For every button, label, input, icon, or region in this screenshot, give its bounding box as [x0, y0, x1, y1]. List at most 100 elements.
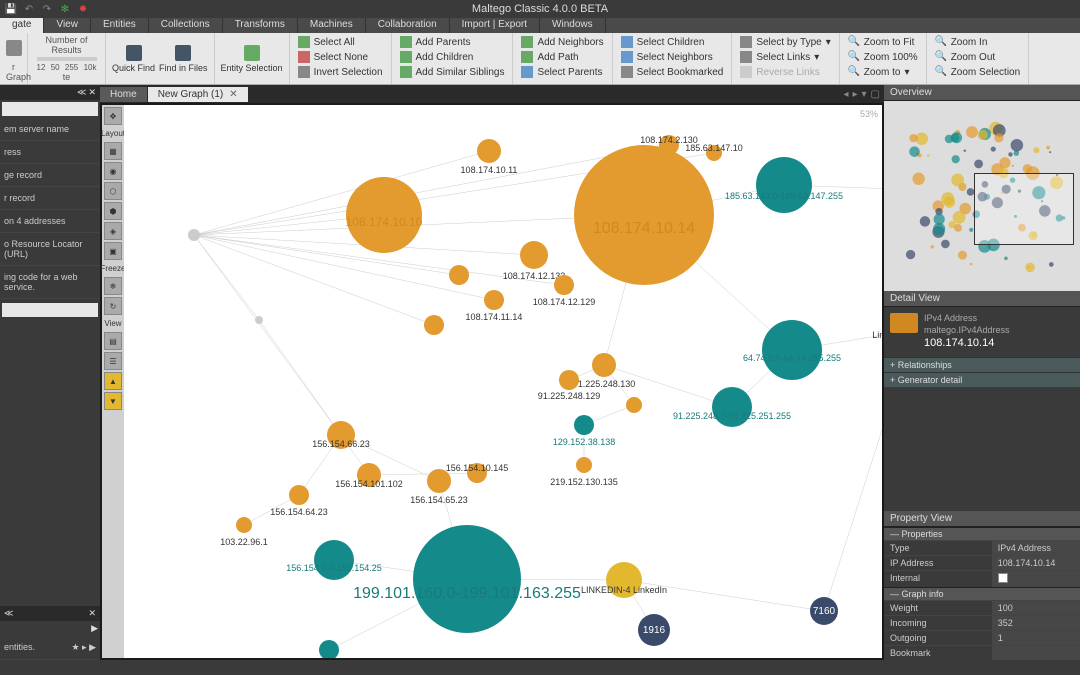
menu-collections[interactable]: Collections	[149, 18, 223, 33]
menu-view[interactable]: View	[44, 18, 91, 33]
menu-investigate[interactable]: gate	[0, 18, 44, 33]
graph-node[interactable]	[477, 139, 501, 163]
graph-node[interactable]	[762, 320, 822, 380]
tool-layout6[interactable]: ▣	[104, 242, 122, 260]
tab-new-graph[interactable]: New Graph (1)✕	[148, 87, 248, 102]
prop-section-properties[interactable]: — Properties	[884, 527, 1080, 540]
graph-node[interactable]	[756, 157, 812, 213]
zoom-in-button[interactable]: 🔍Zoom In	[933, 35, 1022, 49]
tool-view3[interactable]: ▲	[104, 372, 122, 390]
palette-item[interactable]: ge record	[0, 164, 100, 187]
graph-canvas[interactable]: 108.174.10.14108.174.10.10185.63.144.0-1…	[124, 105, 882, 658]
tool-layout4[interactable]: ⬢	[104, 202, 122, 220]
zoom-selection-button[interactable]: 🔍Zoom Selection	[933, 65, 1022, 79]
tool-layout1[interactable]: ▦	[104, 142, 122, 160]
tab-down-icon[interactable]: ▾	[862, 89, 867, 100]
graph-node[interactable]	[449, 265, 469, 285]
graph-node[interactable]	[574, 415, 594, 435]
tool-view2[interactable]: ☰	[104, 352, 122, 370]
palette-item[interactable]: ing code for a web service.	[0, 266, 100, 299]
graph-node[interactable]	[554, 275, 574, 295]
tool-layout2[interactable]: ◉	[104, 162, 122, 180]
tool-layout5[interactable]: ◈	[104, 222, 122, 240]
graph-button[interactable]	[6, 40, 22, 58]
select-by-type-button[interactable]: Select by Type ▾	[738, 35, 832, 49]
select-all-button[interactable]: Select All	[296, 35, 385, 49]
palette-item[interactable]: o Resource Locator (URL)	[0, 233, 100, 266]
select-bookmarked-button[interactable]: Select Bookmarked	[619, 65, 726, 79]
tool-freeze[interactable]: ❄	[104, 277, 122, 295]
add-siblings-button[interactable]: Add Similar Siblings	[398, 65, 507, 79]
quick-find-button[interactable]: Quick Find	[112, 45, 155, 73]
save-icon[interactable]: 💾	[4, 2, 18, 16]
tag-icon[interactable]: ▶	[91, 623, 98, 634]
palette-item[interactable]: ress	[0, 141, 100, 164]
graph-node[interactable]	[520, 241, 548, 269]
entity-selection-button[interactable]: Entity Selection	[221, 45, 283, 73]
tool-view1[interactable]: ▤	[104, 332, 122, 350]
close-icon[interactable]: ✕	[88, 87, 96, 98]
menu-collaboration[interactable]: Collaboration	[366, 18, 450, 33]
results-slider[interactable]: 125025510k	[34, 55, 99, 72]
graph-node[interactable]	[413, 525, 521, 633]
graph-node[interactable]	[712, 387, 752, 427]
collapse-icon[interactable]: ≪	[4, 608, 13, 619]
graph-node[interactable]	[626, 397, 642, 413]
tab-max-icon[interactable]: ▢	[871, 89, 880, 100]
graph-node[interactable]	[559, 370, 579, 390]
graph-node[interactable]	[576, 457, 592, 473]
tool-move[interactable]: ✥	[104, 107, 122, 125]
tab-left-icon[interactable]: ◂	[843, 89, 848, 100]
palette-item[interactable]: em server name	[0, 118, 100, 141]
undo-icon[interactable]: ↶	[22, 2, 36, 16]
tool-view4[interactable]: ▼	[104, 392, 122, 410]
zoom-out-button[interactable]: 🔍Zoom Out	[933, 50, 1022, 64]
redo-icon[interactable]: ↷	[40, 2, 54, 16]
palette-item[interactable]: on 4 addresses	[0, 210, 100, 233]
gear-icon[interactable]: ✹	[76, 2, 90, 16]
graph-node[interactable]	[574, 145, 714, 285]
zoom-to-button[interactable]: 🔍Zoom to ▾	[846, 65, 920, 79]
graph-node[interactable]	[592, 353, 616, 377]
zoom-fit-button[interactable]: 🔍Zoom to Fit	[846, 35, 920, 49]
menu-windows[interactable]: Windows	[540, 18, 606, 33]
select-none-button[interactable]: Select None	[296, 50, 385, 64]
overview-minimap[interactable]	[884, 101, 1080, 291]
invert-selection-button[interactable]: Invert Selection	[296, 65, 385, 79]
menu-machines[interactable]: Machines	[298, 18, 366, 33]
graph-node[interactable]: 7160	[810, 597, 838, 625]
tab-home[interactable]: Home	[100, 87, 147, 102]
select-neighbors-button[interactable]: Select Neighbors	[619, 50, 726, 64]
graph-node[interactable]	[255, 316, 263, 324]
palette-search2[interactable]	[2, 303, 98, 317]
graph-node[interactable]	[236, 517, 252, 533]
tab-right-icon[interactable]: ▸	[852, 89, 857, 100]
close-tab-icon[interactable]: ✕	[229, 89, 237, 100]
add-parents-button[interactable]: Add Parents	[398, 35, 507, 49]
add-path-button[interactable]: Add Path	[519, 50, 605, 64]
graph-node[interactable]	[484, 290, 504, 310]
graph-node[interactable]	[319, 640, 339, 658]
graph-node[interactable]: 1916	[638, 614, 670, 646]
prop-section-graphinfo[interactable]: — Graph info	[884, 587, 1080, 600]
find-files-button[interactable]: Find in Files	[159, 45, 208, 73]
menu-transforms[interactable]: Transforms	[223, 18, 298, 33]
select-children-button[interactable]: Select Children	[619, 35, 726, 49]
graph-node[interactable]	[424, 315, 444, 335]
menu-import-export[interactable]: Import | Export	[450, 18, 540, 33]
detail-generator[interactable]: + Generator detail	[884, 372, 1080, 387]
add-children-button[interactable]: Add Children	[398, 50, 507, 64]
detail-relationships[interactable]: + Relationships	[884, 357, 1080, 372]
star-icon[interactable]: ★ ▸ ▶	[71, 642, 96, 653]
tool-refresh[interactable]: ↻	[104, 297, 122, 315]
refresh-icon[interactable]: ✻	[58, 2, 72, 16]
zoom-100-button[interactable]: 🔍Zoom 100%	[846, 50, 920, 64]
select-links-button[interactable]: Select Links ▾	[738, 50, 832, 64]
tool-layout3[interactable]: ⬡	[104, 182, 122, 200]
palette-search[interactable]	[2, 102, 98, 116]
close-icon[interactable]: ✕	[88, 608, 96, 619]
reverse-links-button[interactable]: Reverse Links	[738, 65, 832, 79]
add-neighbors-button[interactable]: Add Neighbors	[519, 35, 605, 49]
graph-node[interactable]	[188, 229, 200, 241]
graph-node[interactable]	[314, 540, 354, 580]
